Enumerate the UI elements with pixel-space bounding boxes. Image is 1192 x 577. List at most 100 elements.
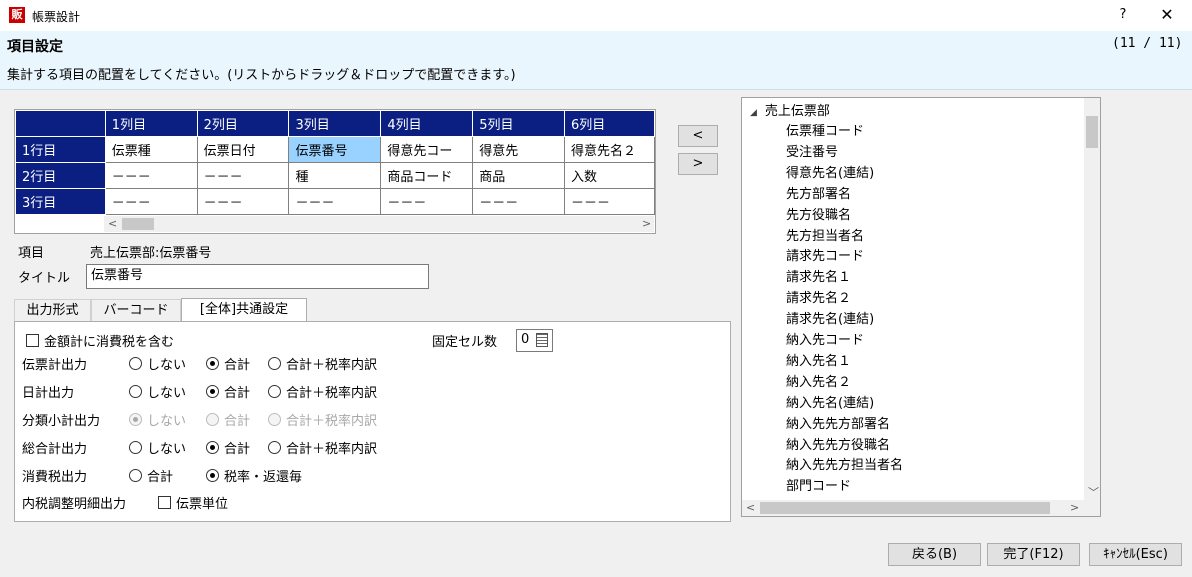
page-title: 項目設定: [7, 39, 63, 55]
grid-cell[interactable]: 得意先名２: [564, 136, 655, 163]
step-indicator: (11 / 11): [1112, 36, 1183, 51]
tree-horizontal-scrollbar[interactable]: < >: [742, 500, 1084, 516]
grid-cell[interactable]: 得意先コー: [380, 136, 474, 163]
scroll-right-icon[interactable]: >: [642, 217, 651, 230]
item-label: 項目: [18, 246, 45, 261]
grid-cell[interactable]: 商品: [472, 162, 566, 189]
grid-cell[interactable]: 商品コード: [380, 162, 474, 189]
grid-cell[interactable]: －－－: [564, 188, 655, 215]
grid-cell-selected[interactable]: 伝票番号: [288, 136, 382, 163]
tree-root[interactable]: ◢ 売上伝票部: [750, 100, 830, 119]
title-bar: [0, 0, 1192, 31]
grand-total-breakdown-radio[interactable]: 合計＋税率内訳: [268, 438, 377, 457]
checkbox-icon[interactable]: [26, 334, 39, 347]
column-header: 3列目: [288, 110, 382, 137]
grid-cell[interactable]: －－－: [288, 188, 382, 215]
tax-output-total-radio[interactable]: 合計: [129, 466, 173, 485]
scroll-left-icon[interactable]: <: [108, 217, 117, 230]
tree-item[interactable]: 得意先名(連結): [786, 163, 874, 184]
calculator-icon[interactable]: [536, 333, 548, 347]
cancel-button[interactable]: ｷｬﾝｾﾙ(Esc): [1089, 543, 1182, 566]
tree-item[interactable]: 納入先コード: [786, 330, 864, 351]
app-icon: 販: [9, 7, 25, 23]
tree-item[interactable]: 先方役職名: [786, 205, 851, 226]
tree-item[interactable]: 部門コード: [786, 476, 851, 497]
tax-output-label: 消費税出力: [22, 470, 88, 485]
scroll-thumb[interactable]: [760, 502, 1050, 514]
slip-total-none-radio[interactable]: しない: [129, 354, 186, 373]
fixed-cells-value: 0: [521, 332, 530, 347]
daily-total-total-radio[interactable]: 合計: [206, 382, 250, 401]
row-header: 2行目: [15, 162, 106, 189]
tree-item[interactable]: 納入先名(連結): [786, 393, 874, 414]
column-header: 2列目: [196, 110, 290, 137]
grid-cell[interactable]: －－－: [472, 188, 566, 215]
category-subtotal-label: 分類小計出力: [22, 414, 101, 429]
grid-cell[interactable]: －－－: [104, 162, 198, 189]
tree-item[interactable]: 納入先名２: [786, 372, 851, 393]
scroll-thumb[interactable]: [122, 218, 154, 230]
column-header: 1列目: [104, 110, 198, 137]
scroll-left-icon[interactable]: <: [746, 501, 755, 514]
tree-item[interactable]: 納入先先方担当者名: [786, 455, 903, 476]
category-subtotal-total-radio: 合計: [206, 410, 250, 429]
include-tax-checkbox[interactable]: 金額計に消費税を含む: [26, 331, 174, 350]
title-label: タイトル: [18, 271, 71, 286]
tree-item[interactable]: 納入先名１: [786, 351, 851, 372]
tree-item[interactable]: 納入先先方役職名: [786, 435, 890, 456]
row-header: 3行目: [15, 188, 106, 215]
tree-item[interactable]: 受注番号: [786, 142, 838, 163]
item-value: 売上伝票部:伝票番号: [90, 246, 212, 261]
tree-item[interactable]: 伝票種コード: [786, 121, 864, 142]
grid-cell[interactable]: 入数: [564, 162, 655, 189]
instruction-text: 集計する項目の配置をしてください。(リストからドラッグ＆ドロップで配置できます。…: [7, 68, 516, 83]
column-header: 6列目: [564, 110, 655, 137]
grand-total-none-radio[interactable]: しない: [129, 438, 186, 457]
grid-cell[interactable]: 伝票日付: [196, 136, 290, 163]
grid-cell[interactable]: －－－: [380, 188, 474, 215]
grand-total-total-radio[interactable]: 合計: [206, 438, 250, 457]
move-right-button[interactable]: >: [678, 153, 718, 175]
tax-output-rate-radio[interactable]: 税率・返還毎: [206, 466, 302, 485]
tree-item[interactable]: 請求先名１: [786, 267, 851, 288]
fixed-cells-input[interactable]: 0: [516, 329, 553, 352]
back-button[interactable]: 戻る(B): [888, 543, 981, 566]
grid-cell[interactable]: －－－: [196, 162, 290, 189]
tax-adjust-slip-checkbox[interactable]: 伝票単位: [158, 493, 228, 512]
layout-table: 1列目 2列目 3列目 4列目 5列目 6列目 1行目 伝票種 伝票日付 伝票番…: [15, 110, 655, 215]
field-tree[interactable]: ◢ 売上伝票部 伝票種コード 受注番号 得意先名(連結) 先方部署名 先方役職名 先方担当者…: [741, 97, 1101, 517]
tree-item[interactable]: 請求先コード: [786, 246, 864, 267]
move-left-button[interactable]: <: [678, 125, 718, 147]
tree-item[interactable]: 納入先先方部署名: [786, 414, 890, 435]
grid-cell[interactable]: －－－: [196, 188, 290, 215]
include-tax-label: 金額計に消費税を含む: [44, 335, 175, 350]
grid-cell[interactable]: －－－: [104, 188, 198, 215]
column-header: 5列目: [472, 110, 566, 137]
tab-common-settings[interactable]: [全体]共通設定: [181, 298, 307, 322]
scroll-thumb[interactable]: [1086, 116, 1098, 148]
tab-output-format[interactable]: 出力形式: [14, 299, 91, 321]
tree-vertical-scrollbar[interactable]: ﹀: [1084, 98, 1100, 500]
row-header: 1行目: [15, 136, 106, 163]
collapse-arrow-icon[interactable]: ◢: [750, 108, 757, 118]
scroll-right-icon[interactable]: >: [1070, 501, 1079, 514]
daily-total-breakdown-radio[interactable]: 合計＋税率内訳: [268, 382, 377, 401]
slip-total-total-radio[interactable]: 合計: [206, 354, 250, 373]
tree-item[interactable]: 先方担当者名: [786, 226, 864, 247]
tree-item[interactable]: 請求先名(連結): [786, 309, 874, 330]
grand-total-label: 総合計出力: [22, 442, 88, 457]
slip-total-breakdown-radio[interactable]: 合計＋税率内訳: [268, 354, 377, 373]
grid-horizontal-scrollbar[interactable]: < >: [104, 216, 654, 232]
finish-button[interactable]: 完了(F12): [987, 543, 1080, 566]
grid-cell[interactable]: 得意先: [472, 136, 566, 163]
grid-cell[interactable]: 伝票種: [104, 136, 198, 163]
tab-barcode[interactable]: バーコード: [91, 299, 181, 321]
tree-item[interactable]: 請求先名２: [786, 288, 851, 309]
grid-cell[interactable]: 種: [288, 162, 382, 189]
title-input[interactable]: 伝票番号: [86, 264, 429, 289]
help-button[interactable]: ?: [1110, 4, 1136, 26]
scroll-down-icon[interactable]: ﹀: [1088, 484, 1099, 500]
close-button[interactable]: ✕: [1154, 4, 1180, 26]
tree-item[interactable]: 先方部署名: [786, 184, 851, 205]
daily-total-none-radio[interactable]: しない: [129, 382, 186, 401]
